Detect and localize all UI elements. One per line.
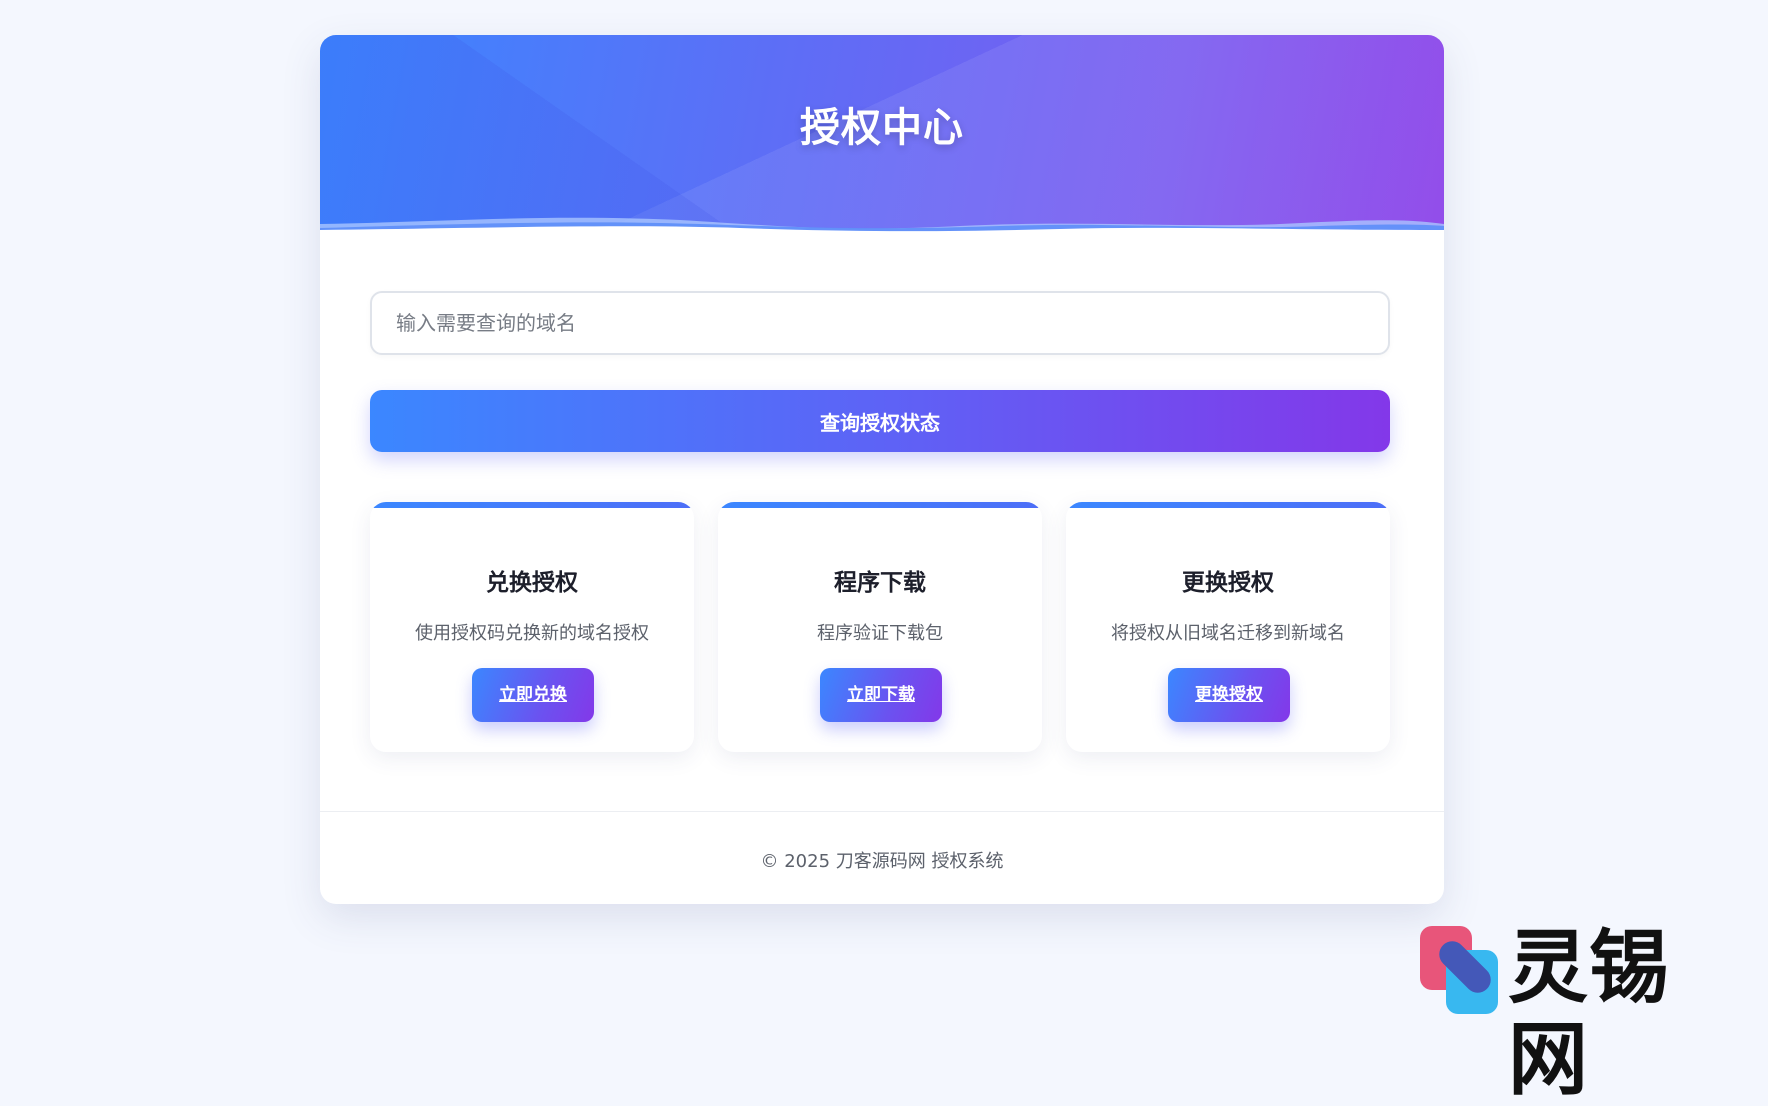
- feature-description: 程序验证下载包: [817, 623, 943, 644]
- domain-search-input[interactable]: [370, 291, 1390, 355]
- query-status-button[interactable]: 查询授权状态: [370, 390, 1390, 452]
- feature-card-redeem: 兑换授权 使用授权码兑换新的域名授权 立即兑换: [370, 502, 694, 752]
- feature-description: 将授权从旧域名迁移到新域名: [1111, 623, 1345, 644]
- card-accent-bar: [718, 502, 1042, 508]
- watermark-logo: 灵锡网: [1420, 922, 1740, 1106]
- feature-card-download: 程序下载 程序验证下载包 立即下载: [718, 502, 1042, 752]
- change-auth-button[interactable]: 更换授权: [1168, 668, 1290, 722]
- footer-copyright: © 2025 刀客源码网 授权系统: [760, 851, 1004, 872]
- feature-title: 更换授权: [1182, 570, 1274, 596]
- feature-description: 使用授权码兑换新的域名授权: [415, 623, 649, 644]
- feature-card-change: 更换授权 将授权从旧域名迁移到新域名 更换授权: [1066, 502, 1390, 752]
- header-banner: 授权中心: [320, 35, 1444, 239]
- page-title: 授权中心: [800, 105, 964, 151]
- brand-logo-icon: [1420, 926, 1498, 1014]
- card-accent-bar: [1066, 502, 1390, 508]
- header-wave: [320, 217, 1444, 239]
- download-now-button[interactable]: 立即下载: [820, 668, 942, 722]
- feature-title: 兑换授权: [486, 570, 578, 596]
- card-accent-bar: [370, 502, 694, 508]
- feature-title: 程序下载: [834, 570, 926, 596]
- feature-cards: 兑换授权 使用授权码兑换新的域名授权 立即兑换 程序下载 程序验证下载包 立即下…: [370, 502, 1390, 752]
- footer-divider: [320, 811, 1444, 812]
- redeem-now-button[interactable]: 立即兑换: [472, 668, 594, 722]
- auth-card: 授权中心 查询授权状态 兑换授权 使用授权码兑换新的域名授权 立即兑换 程序下载…: [320, 35, 1444, 904]
- watermark-text: 灵锡网: [1508, 921, 1670, 1106]
